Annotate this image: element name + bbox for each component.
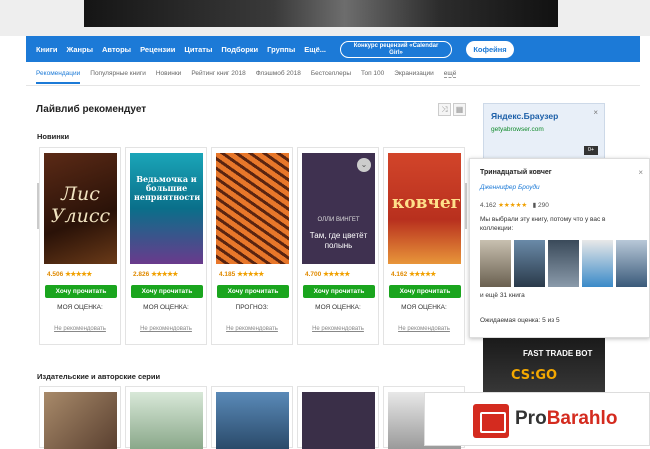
nav-collections[interactable]: Подборки <box>221 45 258 54</box>
book-card[interactable]: Ведьмочка и большие неприятности 2.826 ★… <box>125 147 207 345</box>
book-rating: 4.700 ★★★★★ <box>305 271 350 278</box>
nav-groups[interactable]: Группы <box>267 45 295 54</box>
book-cover[interactable]: Лис Улисс <box>44 153 117 264</box>
nav-quotes[interactable]: Цитаты <box>184 45 212 54</box>
tab-top100[interactable]: Топ 100 <box>361 70 384 77</box>
tab-adaptations[interactable]: Экранизации <box>394 70 434 77</box>
section-new: Новинки <box>37 132 70 141</box>
collection-thumb[interactable] <box>514 240 545 287</box>
collection-thumb[interactable] <box>548 240 579 287</box>
watermark-text: ProBarahlo <box>515 408 618 429</box>
tab-bestsellers[interactable]: Бестселлеры <box>311 70 351 77</box>
page-title: Лайвлиб рекомендует <box>36 104 147 115</box>
tab-popular[interactable]: Популярные книги <box>90 70 146 77</box>
popup-expected: Ожидаемая оценка: 5 из 5 <box>480 317 560 324</box>
coffee-button[interactable]: Кофейня <box>466 41 514 58</box>
grid-view-icon[interactable]: ▦ <box>453 103 466 116</box>
want-to-read-button[interactable]: Хочу прочитать <box>45 285 117 298</box>
series-cover[interactable] <box>216 392 289 449</box>
collection-thumb[interactable] <box>582 240 613 287</box>
section-series: Издательские и авторские серии <box>37 372 161 381</box>
nav-genres[interactable]: Жанры <box>66 45 93 54</box>
tab-new[interactable]: Новинки <box>156 70 181 77</box>
want-to-read-button[interactable]: Хочу прочитать <box>217 285 289 298</box>
not-recommend-link[interactable]: Не рекомендовать <box>126 326 206 332</box>
collection-thumb[interactable] <box>480 240 511 287</box>
popup-stats: 4.162 ★★★★★ ▮ 290 <box>480 202 549 209</box>
close-icon[interactable]: × <box>593 108 598 117</box>
series-card[interactable] <box>211 386 293 449</box>
not-recommend-link[interactable]: Не рекомендовать <box>298 326 378 332</box>
series-card[interactable] <box>39 386 121 449</box>
shuffle-icon[interactable]: ⤨ <box>438 103 451 116</box>
book-card[interactable]: Лис Улисс 4.506 ★★★★★ Хочу прочитать МОЯ… <box>39 147 121 345</box>
book-cover[interactable]: Ведьмочка и большие неприятности <box>130 153 203 264</box>
probarahlo-watermark: ProBarahlo <box>424 392 650 446</box>
book-rating: 4.185 ★★★★★ <box>219 271 264 278</box>
book-rating: 4.506 ★★★★★ <box>47 271 92 278</box>
contest-line2: Girl» <box>389 50 403 56</box>
not-recommend-link[interactable]: Не рекомендовать <box>212 326 292 332</box>
not-recommend-link[interactable]: Не рекомендовать <box>40 326 120 332</box>
ad2-line1: FAST TRADE BOT <box>523 349 593 358</box>
book-cover[interactable]: ковчег <box>388 153 461 264</box>
rating-label: МОЯ ОЦЕНКА: <box>143 304 189 311</box>
popup-more: и ещё 31 книга <box>480 292 525 299</box>
popup-reason: Мы выбрали эту книгу, потому что у вас в… <box>480 216 606 232</box>
rating-label: МОЯ ОЦЕНКА: <box>57 304 103 311</box>
want-to-read-button[interactable]: Хочу прочитать <box>303 285 375 298</box>
want-to-read-button[interactable]: Хочу прочитать <box>131 285 203 298</box>
collection-thumb[interactable] <box>616 240 647 287</box>
close-icon[interactable]: × <box>638 168 643 177</box>
tab-flashmob-2018[interactable]: Флэшмоб 2018 <box>256 70 301 77</box>
book-rating: 2.826 ★★★★★ <box>133 271 178 278</box>
tab-more[interactable]: ещё <box>443 70 457 78</box>
camera-icon <box>473 404 509 438</box>
series-card[interactable] <box>297 386 379 449</box>
series-card[interactable] <box>125 386 207 449</box>
nav-authors[interactable]: Авторы <box>102 45 131 54</box>
series-cover[interactable] <box>44 392 117 449</box>
book-card[interactable]: ковчег 4.162 ★★★★★ Хочу прочитать МОЯ ОЦ… <box>383 147 465 345</box>
collection-thumbs <box>480 240 647 287</box>
book-card[interactable]: 4.185 ★★★★★ Хочу прочитать ПРОГНОЗ: Не р… <box>211 147 293 345</box>
tab-rating-2018[interactable]: Рейтинг книг 2018 <box>191 70 245 77</box>
book-cover[interactable]: ОЛЛИ ВИНГЕТ Там, где цветёт полынь ⌄ <box>302 153 375 264</box>
chevron-down-icon[interactable]: ⌄ <box>357 158 371 172</box>
readers-icon: ▮ <box>532 202 537 209</box>
rating-label: МОЯ ОЦЕНКА: <box>401 304 447 311</box>
book-popup: Тринадцатый ковчег × Дженнифер Броуди 4.… <box>469 158 650 338</box>
book-card[interactable]: ОЛЛИ ВИНГЕТ Там, где цветёт полынь ⌄ 4.7… <box>297 147 379 345</box>
csgo-ad[interactable]: FAST TRADE BOT CS:GO <box>483 338 605 398</box>
yandex-browser-ad[interactable]: Яндекс.Браузер getyabrowser.com × 0+ <box>483 103 605 163</box>
ad-url[interactable]: getyabrowser.com <box>491 126 544 133</box>
popup-title[interactable]: Тринадцатый ковчег <box>480 169 552 176</box>
series-cover[interactable] <box>130 392 203 449</box>
not-recommend-link[interactable]: Не рекомендовать <box>384 326 464 332</box>
age-badge: 0+ <box>584 146 598 155</box>
nav-more[interactable]: Ещё... <box>304 45 326 54</box>
popup-author[interactable]: Дженнифер Броуди <box>480 184 540 191</box>
book-cover[interactable] <box>216 153 289 264</box>
banner-image[interactable] <box>84 0 558 27</box>
tab-recommendations[interactable]: Рекомендации <box>36 70 81 84</box>
contest-button[interactable]: Конкурс рецензий «Calendar Girl» <box>340 41 452 58</box>
ad-brand[interactable]: Яндекс.Браузер <box>491 111 558 121</box>
contest-line1: Конкурс рецензий «Calendar <box>353 43 439 49</box>
rating-label: МОЯ ОЦЕНКА: <box>315 304 361 311</box>
nav-books[interactable]: Книги <box>36 45 57 54</box>
nav-reviews[interactable]: Рецензии <box>140 45 175 54</box>
rating-label: ПРОГНОЗ: <box>235 304 269 311</box>
sub-nav: Рекомендации Популярные книги Новинки Ре… <box>26 62 640 86</box>
main-nav: Книги Жанры Авторы Рецензии Цитаты Подбо… <box>26 36 640 62</box>
want-to-read-button[interactable]: Хочу прочитать <box>389 285 461 298</box>
ad2-line2: CS:GO <box>511 368 558 383</box>
series-cover[interactable] <box>302 392 375 449</box>
book-rating: 4.162 ★★★★★ <box>391 271 436 278</box>
top-banner[interactable] <box>0 0 650 36</box>
